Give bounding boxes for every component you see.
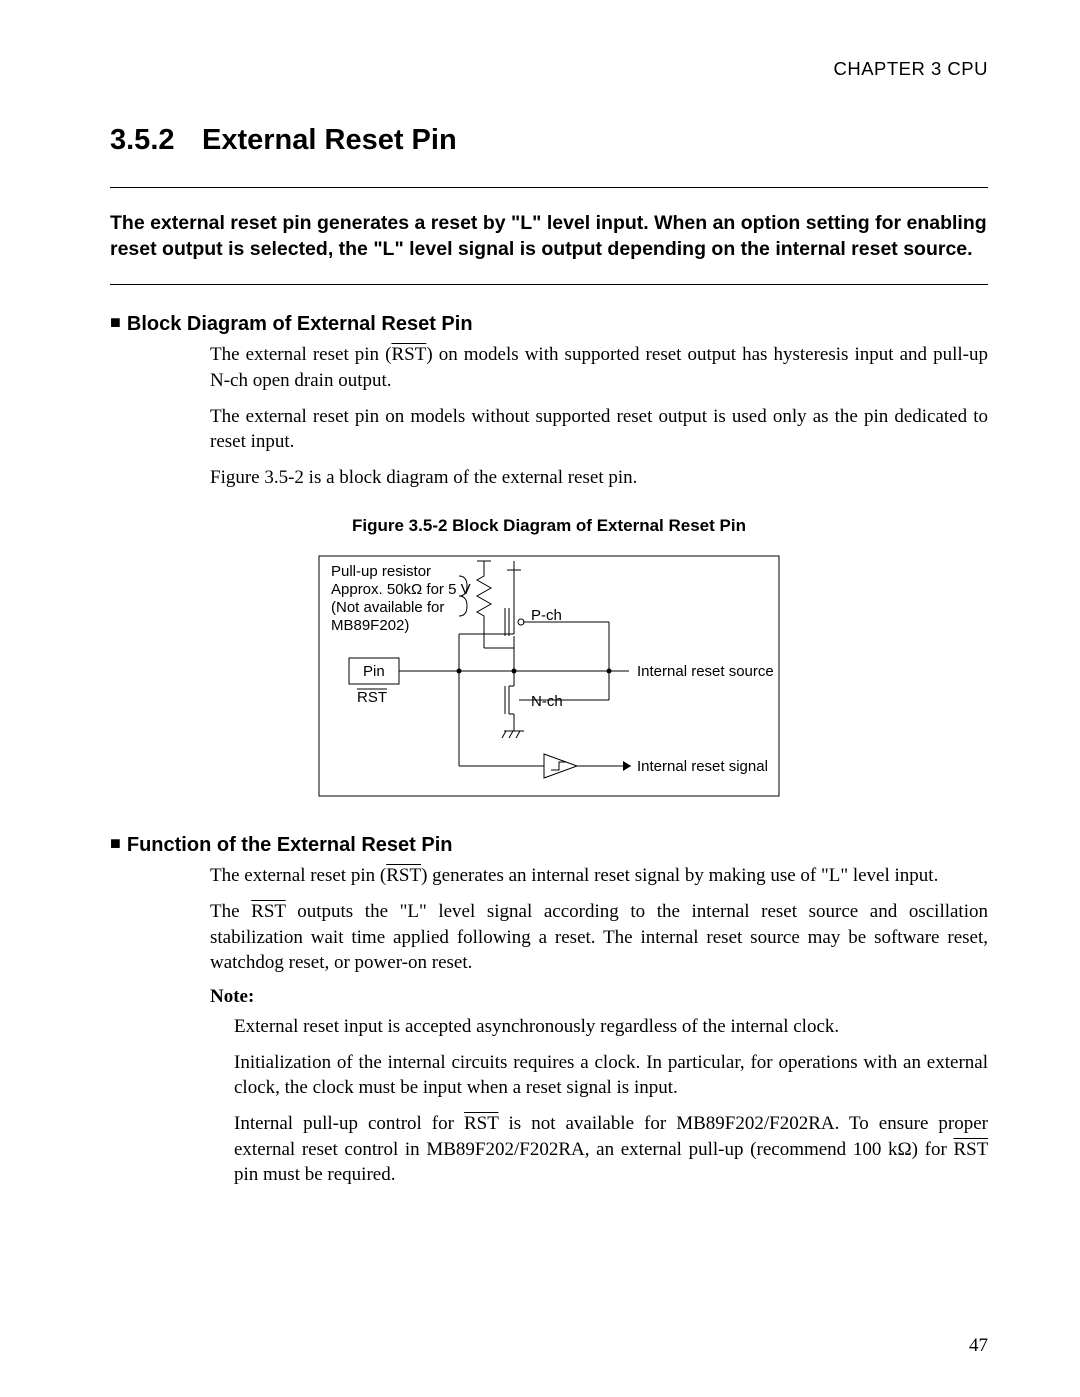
rst-overline: RST <box>391 344 426 365</box>
diagram-label: RST <box>357 689 387 706</box>
text: The external reset pin ( <box>210 344 391 365</box>
subheading-function: ■ Function of the External Reset Pin <box>110 834 988 857</box>
body-text: The external reset pin (RST) on models w… <box>210 342 988 490</box>
subheading-text: Function of the External Reset Pin <box>127 834 453 856</box>
note-item: Initialization of the internal circuits … <box>234 1050 988 1101</box>
document-page: CHAPTER 3 CPU 3.5.2External Reset Pin Th… <box>0 0 1080 1397</box>
diagram-label: Approx. 50kΩ for 5 V <box>331 581 471 598</box>
diagram-label: Internal reset source <box>637 663 774 680</box>
note-list: External reset input is accepted asynchr… <box>234 1014 988 1188</box>
diagram-label: P-ch <box>531 607 562 624</box>
chapter-header: CHAPTER 3 CPU <box>110 58 988 80</box>
block-diagram: Pull-up resistor Approx. 50kΩ for 5 V (N… <box>309 546 789 806</box>
rst-overline: RST <box>464 1113 499 1134</box>
figure-caption: Figure 3.5-2 Block Diagram of External R… <box>110 516 988 536</box>
paragraph: The external reset pin on models without… <box>210 404 988 455</box>
diagram-label: (Not available for <box>331 599 444 616</box>
paragraph: Figure 3.5-2 is a block diagram of the e… <box>210 465 988 491</box>
body-text: The external reset pin (RST) generates a… <box>210 863 988 976</box>
rst-overline: RST <box>251 901 286 922</box>
text: The <box>210 901 251 922</box>
page-number: 47 <box>969 1335 988 1357</box>
square-bullet-icon: ■ <box>110 833 121 854</box>
section-title-text: External Reset Pin <box>202 124 457 156</box>
diagram-label: N-ch <box>531 693 563 710</box>
divider <box>110 284 988 285</box>
note-item: Internal pull-up control for RST is not … <box>234 1111 988 1188</box>
section-number: 3.5.2 <box>110 124 202 157</box>
paragraph: The RST outputs the "L" level signal acc… <box>210 899 988 976</box>
section-title: 3.5.2External Reset Pin <box>110 124 988 157</box>
section-abstract: The external reset pin generates a reset… <box>110 210 988 262</box>
diagram-label: Internal reset signal <box>637 758 768 775</box>
divider <box>110 187 988 188</box>
text: Internal pull-up control for <box>234 1113 464 1134</box>
diagram-label: Pull-up resistor <box>331 563 431 580</box>
subheading-text: Block Diagram of External Reset Pin <box>127 313 473 335</box>
text: outputs the "L" level signal according t… <box>210 901 988 973</box>
paragraph: The external reset pin (RST) generates a… <box>210 863 988 889</box>
note-heading: Note: <box>210 986 988 1008</box>
diagram-label: MB89F202) <box>331 617 409 634</box>
text: ) generates an internal reset signal by … <box>421 865 938 886</box>
rst-overline: RST <box>386 865 421 886</box>
paragraph: The external reset pin (RST) on models w… <box>210 342 988 393</box>
text: pin must be required. <box>234 1164 395 1185</box>
diagram-label: Pin <box>363 663 385 680</box>
note-item: External reset input is accepted asynchr… <box>234 1014 988 1040</box>
square-bullet-icon: ■ <box>110 312 121 333</box>
text: The external reset pin ( <box>210 865 386 886</box>
rst-overline: RST <box>953 1139 988 1160</box>
subheading-block-diagram: ■ Block Diagram of External Reset Pin <box>110 313 988 336</box>
